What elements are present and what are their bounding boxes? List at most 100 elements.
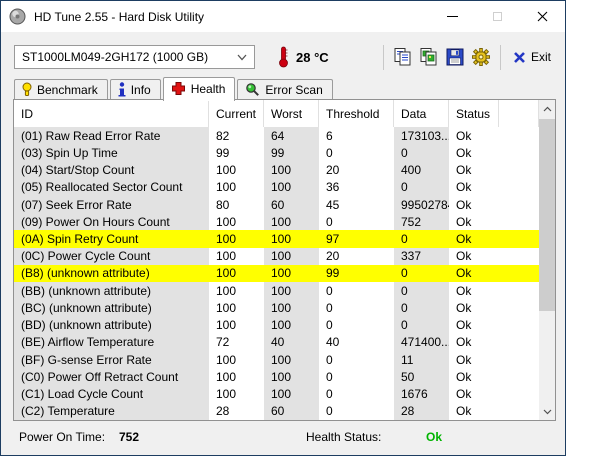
cell-threshold: 36 [319,179,394,196]
cell-filler [499,299,539,316]
cell-data: 11 [394,351,449,368]
copy-text-icon [393,47,413,67]
cell-filler [499,334,539,351]
cell-filler [499,196,539,213]
smart-attributes-table: ID Current Worst Threshold Data Status (… [13,99,556,421]
cell-status: Ok [449,386,499,403]
tab-health[interactable]: Health [163,77,236,101]
maximize-button[interactable] [475,1,520,32]
table-row[interactable]: (C0) Power Off Retract Count100100050Ok [14,368,539,385]
cell-status: Ok [449,230,499,247]
tab-benchmark[interactable]: Benchmark [14,79,108,100]
health-icon [171,81,186,96]
cell-status: Ok [449,317,499,334]
cell-data: 0 [394,282,449,299]
close-button[interactable] [520,1,565,32]
column-header-filler [499,100,539,127]
toolbar-separator [383,45,384,70]
cell-worst: 100 [264,282,319,299]
cell-current: 100 [209,161,264,178]
column-header-status[interactable]: Status [449,100,499,127]
tab-info-label: Info [131,83,151,97]
cell-filler [499,282,539,299]
cell-filler [499,403,539,420]
copy-image-button[interactable] [416,44,442,70]
scroll-down-button[interactable] [539,403,555,420]
table-row[interactable]: (05) Reallocated Sector Count100100360Ok [14,179,539,196]
cell-data: 173103... [394,127,449,144]
cell-threshold: 0 [319,213,394,230]
table-row[interactable]: (BE) Airflow Temperature724040471400...O… [14,334,539,351]
cell-data: 0 [394,299,449,316]
column-header-data[interactable]: Data [394,100,449,127]
cell-data: 1676 [394,386,449,403]
table-row[interactable]: (0A) Spin Retry Count100100970Ok [14,230,539,247]
cell-threshold: 0 [319,317,394,334]
column-header-threshold[interactable]: Threshold [319,100,394,127]
minimize-button[interactable] [430,1,475,32]
copy-text-button[interactable] [390,44,416,70]
save-icon [445,47,465,67]
cell-threshold: 40 [319,334,394,351]
cell-status: Ok [449,161,499,178]
cell-filler [499,351,539,368]
table-row[interactable]: (B8) (unknown attribute)100100990Ok [14,265,539,282]
cell-threshold: 0 [319,351,394,368]
vertical-scrollbar[interactable] [539,100,555,420]
cell-data: 0 [394,144,449,161]
cell-worst: 100 [264,248,319,265]
cell-current: 100 [209,351,264,368]
column-header-id[interactable]: ID [14,100,209,127]
table-row[interactable]: (BB) (unknown attribute)10010000Ok [14,282,539,299]
table-row[interactable]: (C1) Load Cycle Count10010001676Ok [14,386,539,403]
save-button[interactable] [442,44,468,70]
cell-current: 100 [209,248,264,265]
cell-status: Ok [449,334,499,351]
cell-threshold: 0 [319,144,394,161]
column-header-worst[interactable]: Worst [264,100,319,127]
table-row[interactable]: (C2) Temperature2860028Ok [14,403,539,420]
cell-filler [499,213,539,230]
cell-threshold: 0 [319,386,394,403]
scroll-up-button[interactable] [539,100,555,117]
maximize-icon [493,12,502,21]
table-row[interactable]: (03) Spin Up Time999900Ok [14,144,539,161]
cell-worst: 100 [264,368,319,385]
cell-worst: 100 [264,230,319,247]
titlebar: HD Tune 2.55 - Hard Disk Utility [1,1,565,32]
options-button[interactable] [468,44,494,70]
cell-filler [499,179,539,196]
table-row[interactable]: (04) Start/Stop Count10010020400Ok [14,161,539,178]
cell-data: 400 [394,161,449,178]
cell-worst: 100 [264,265,319,282]
drive-select[interactable]: ST1000LM049-2GH172 (1000 GB) [14,45,255,69]
cell-status: Ok [449,351,499,368]
table-row[interactable]: (09) Power On Hours Count1001000752Ok [14,213,539,230]
cell-worst: 100 [264,179,319,196]
cell-threshold: 0 [319,282,394,299]
tab-error-scan-label: Error Scan [265,83,322,97]
exit-button[interactable]: Exit [507,44,557,70]
column-header-current[interactable]: Current [209,100,264,127]
error-scan-icon [245,82,260,97]
table-row[interactable]: (07) Seek Error Rate80604599502784Ok [14,196,539,213]
table-row[interactable]: (BD) (unknown attribute)10010000Ok [14,317,539,334]
cell-id: (0C) Power Cycle Count [14,248,209,265]
tab-error-scan[interactable]: Error Scan [237,79,332,100]
table-row[interactable]: (BC) (unknown attribute)10010000Ok [14,299,539,316]
cell-current: 82 [209,127,264,144]
cell-current: 100 [209,265,264,282]
cell-worst: 100 [264,317,319,334]
cell-data: 0 [394,317,449,334]
tab-health-label: Health [191,82,226,96]
chevron-down-icon [543,409,552,415]
table-row[interactable]: (0C) Power Cycle Count10010020337Ok [14,248,539,265]
cell-current: 100 [209,179,264,196]
scrollbar-thumb[interactable] [539,119,555,311]
table-header: ID Current Worst Threshold Data Status [14,100,539,127]
table-row[interactable]: (BF) G-sense Error Rate100100011Ok [14,351,539,368]
cell-threshold: 6 [319,127,394,144]
tab-info[interactable]: Info [110,79,161,100]
cell-current: 100 [209,299,264,316]
table-row[interactable]: (01) Raw Read Error Rate82646173103...Ok [14,127,539,144]
